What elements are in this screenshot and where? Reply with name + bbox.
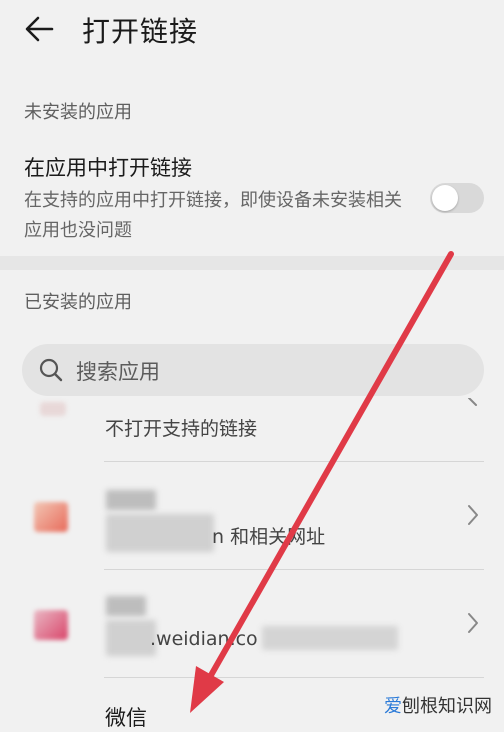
page-title: 打开链接 bbox=[82, 15, 199, 48]
app-subtitle: .weidian.co bbox=[150, 628, 258, 650]
search-input[interactable]: 搜索应用 bbox=[76, 356, 160, 386]
section-label-installed: 已安装的应用 bbox=[24, 292, 132, 313]
watermark: 爱刨根知识网 bbox=[384, 696, 492, 717]
app-icon bbox=[34, 502, 68, 532]
search-icon bbox=[39, 358, 63, 382]
chevron-right-icon[interactable] bbox=[466, 398, 480, 412]
chevron-right-icon[interactable] bbox=[466, 612, 480, 634]
app-name-blurred bbox=[106, 596, 146, 616]
arrow-left-icon[interactable] bbox=[22, 12, 56, 46]
app-text-blurred bbox=[262, 626, 398, 650]
app-icon bbox=[40, 402, 66, 416]
app-subtitle: n 和相关网址 bbox=[212, 526, 326, 548]
open-in-app-toggle[interactable] bbox=[430, 183, 484, 213]
search-bar[interactable]: 搜索应用 bbox=[22, 344, 484, 396]
row-divider bbox=[104, 569, 484, 570]
app-name-blurred bbox=[106, 490, 156, 510]
app-header: 打开链接 bbox=[0, 0, 504, 60]
row-divider bbox=[104, 677, 484, 678]
app-text-blurred bbox=[106, 620, 156, 656]
open-in-app-description: 在支持的应用中打开链接，即使设备未安装相关应用也没问题 bbox=[24, 190, 402, 241]
open-in-app-title[interactable]: 在应用中打开链接 bbox=[24, 152, 192, 182]
chevron-right-icon[interactable] bbox=[466, 504, 480, 526]
section-label-not-installed: 未安装的应用 bbox=[24, 102, 132, 123]
section-divider bbox=[0, 256, 504, 270]
app-subtitle: 不打开支持的链接 bbox=[105, 418, 258, 440]
app-text-blurred bbox=[106, 514, 214, 552]
row-divider bbox=[104, 461, 484, 462]
toggle-knob bbox=[432, 185, 458, 211]
app-name[interactable]: 微信 bbox=[105, 702, 147, 732]
app-icon bbox=[34, 610, 68, 640]
